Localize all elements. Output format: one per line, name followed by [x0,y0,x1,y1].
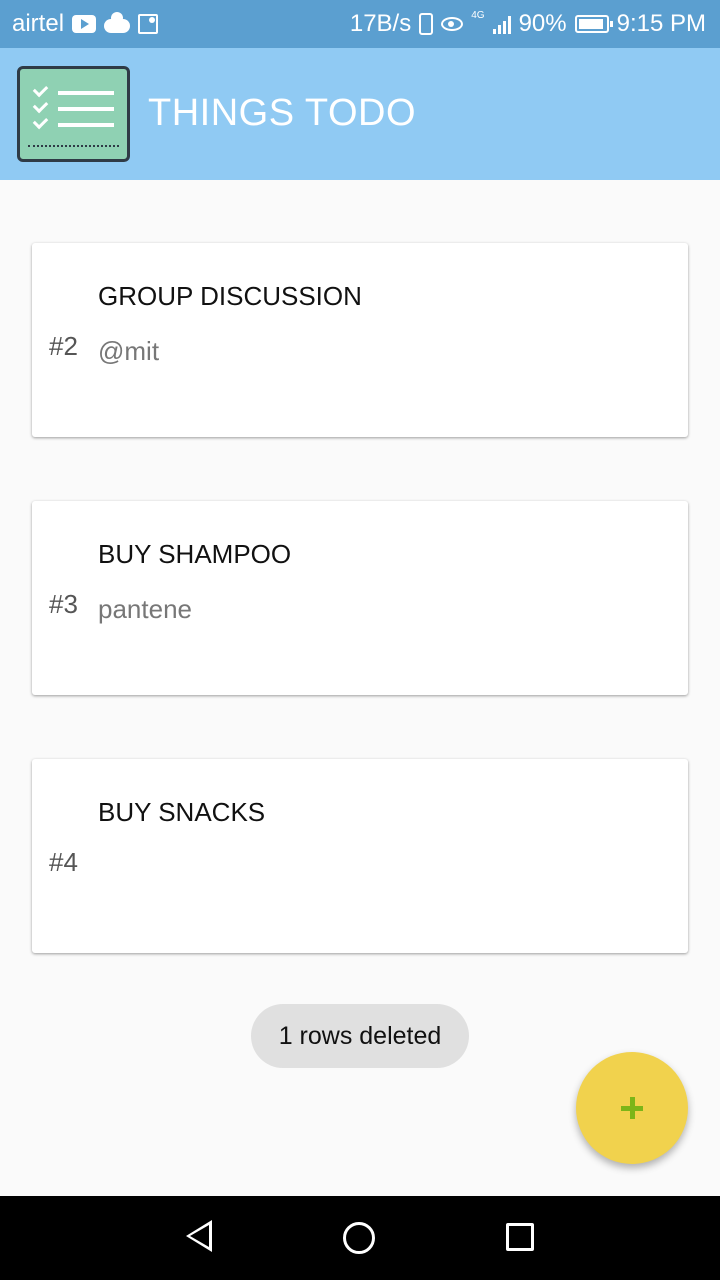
carrier-label: airtel [12,10,65,37]
app-title: THINGS TODO [148,92,417,134]
youtube-icon [72,15,97,33]
todo-number: #3 [49,589,78,619]
app-bar: THINGS TODO [0,48,720,180]
status-bar: airtel 17B/s 4G 90% 9:15 PM [0,0,720,48]
toast-message: 1 rows deleted [251,1004,469,1068]
eye-icon [441,17,464,31]
todo-title: GROUP DISCUSSION [98,281,362,311]
todo-number: #2 [49,331,78,361]
vibrate-icon [419,13,434,35]
recents-icon[interactable] [506,1223,534,1251]
todo-card[interactable]: #2 GROUP DISCUSSION @mit [32,243,688,437]
todo-title: BUY SNACKS [98,797,266,827]
battery-percent: 90% [518,10,567,37]
add-todo-button[interactable] [576,1052,688,1164]
back-icon[interactable] [186,1220,212,1252]
network-type-label: 4G [471,10,485,21]
navigation-bar [0,1196,720,1280]
todo-title: BUY SHAMPOO [98,539,292,569]
todo-note: pantene [98,594,192,624]
toast-text: 1 rows deleted [278,1021,442,1050]
signal-icon [492,14,511,34]
home-icon[interactable] [343,1222,375,1254]
todo-number: #4 [49,847,78,877]
todo-card[interactable]: #4 BUY SNACKS [32,759,688,953]
status-bar-left: airtel [12,10,159,38]
battery-icon [574,15,613,33]
checklist-icon [17,66,130,162]
status-bar-right: 17B/s 4G 90% 9:15 PM [350,10,706,38]
todo-card[interactable]: #3 BUY SHAMPOO pantene [32,501,688,695]
cloud-icon [104,12,131,33]
clock: 9:15 PM [616,10,706,37]
todo-note: @mit [98,336,160,366]
map-icon [138,14,159,34]
net-speed-label: 17B/s [349,10,412,37]
